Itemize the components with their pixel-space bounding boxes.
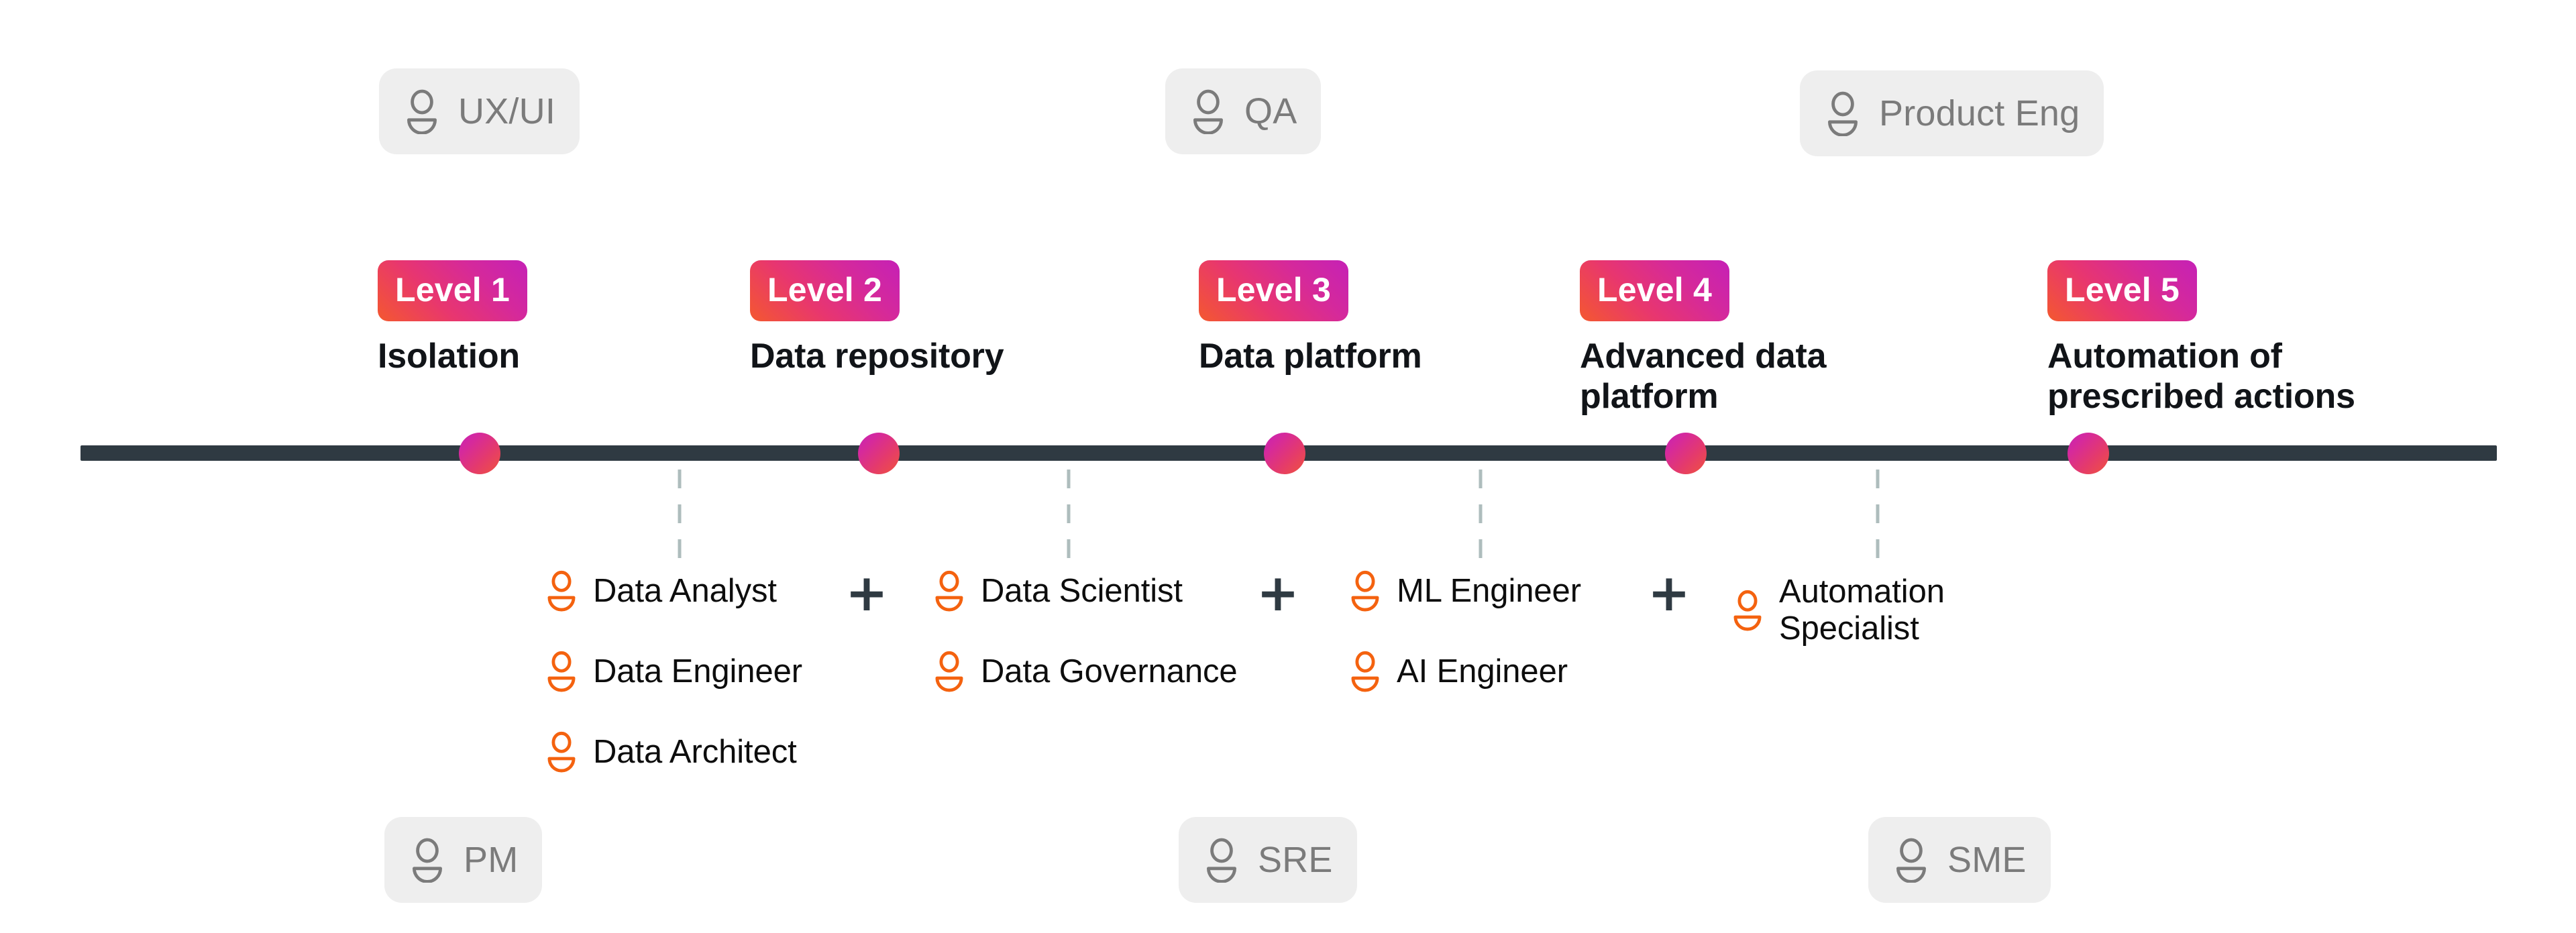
person-icon bbox=[413, 838, 442, 883]
level-badge: Level 2 bbox=[750, 260, 900, 321]
person-icon bbox=[1896, 838, 1926, 883]
role-item[interactable]: Automation Specialist bbox=[1731, 573, 1945, 647]
person-icon bbox=[407, 89, 437, 134]
maturity-level-4[interactable]: Level 4 Advanced data platform bbox=[1580, 260, 1826, 417]
person-icon bbox=[1351, 570, 1379, 612]
plus-icon: + bbox=[1256, 563, 1299, 622]
level-title: Data repository bbox=[750, 337, 1004, 376]
role-chip-qa[interactable]: QA bbox=[1165, 68, 1322, 154]
person-icon bbox=[547, 651, 576, 692]
person-icon bbox=[547, 570, 576, 612]
role-label: AI Engineer bbox=[1397, 653, 1568, 690]
role-label: ML Engineer bbox=[1397, 572, 1581, 609]
role-label: Data Architect bbox=[593, 733, 797, 770]
maturity-level-1[interactable]: Level 1 Isolation bbox=[378, 260, 527, 376]
person-icon bbox=[935, 651, 963, 692]
role-label: Data Engineer bbox=[593, 653, 802, 690]
timeline-marker-level-5[interactable] bbox=[2068, 433, 2109, 474]
role-item[interactable]: Data Analyst bbox=[545, 570, 777, 612]
role-label: Automation Specialist bbox=[1779, 573, 1945, 647]
person-icon bbox=[1207, 838, 1236, 883]
role-label: Data Scientist bbox=[981, 572, 1183, 609]
level-title: Automation of prescribed actions bbox=[2047, 337, 2355, 417]
role-chip-label: QA bbox=[1244, 91, 1297, 131]
timeline-marker-level-1[interactable] bbox=[459, 433, 500, 474]
level-badge: Level 4 bbox=[1580, 260, 1729, 321]
dashed-connector bbox=[1479, 470, 1483, 558]
role-chip-label: PM bbox=[464, 840, 519, 880]
maturity-level-5[interactable]: Level 5 Automation of prescribed actions bbox=[2047, 260, 2355, 417]
dashed-connector bbox=[1876, 470, 1880, 558]
role-item[interactable]: ML Engineer bbox=[1348, 570, 1581, 612]
dashed-connector bbox=[1067, 470, 1071, 558]
person-icon bbox=[547, 731, 576, 773]
role-label: Data Analyst bbox=[593, 572, 777, 609]
person-icon bbox=[1733, 590, 1762, 631]
role-chip-ux-ui[interactable]: UX/UI bbox=[379, 68, 580, 154]
role-item[interactable]: Data Architect bbox=[545, 731, 797, 773]
role-chip-label: SRE bbox=[1258, 840, 1333, 880]
role-chip-label: UX/UI bbox=[458, 91, 556, 131]
timeline-marker-level-4[interactable] bbox=[1665, 433, 1707, 474]
plus-icon: + bbox=[845, 563, 888, 622]
role-item[interactable]: AI Engineer bbox=[1348, 651, 1568, 692]
role-item[interactable]: Data Governance bbox=[932, 651, 1238, 692]
level-badge: Level 3 bbox=[1199, 260, 1348, 321]
role-chip-sme[interactable]: SME bbox=[1868, 817, 2051, 903]
dashed-connector bbox=[678, 470, 682, 558]
diagram-canvas: UX/UI QA Product Eng Level 1 Isolation L… bbox=[0, 0, 2576, 933]
level-title: Isolation bbox=[378, 337, 520, 376]
role-chip-label: Product Eng bbox=[1879, 93, 2080, 133]
level-badge: Level 5 bbox=[2047, 260, 2197, 321]
role-label: Data Governance bbox=[981, 653, 1238, 690]
person-icon bbox=[935, 570, 963, 612]
maturity-level-3[interactable]: Level 3 Data platform bbox=[1199, 260, 1422, 376]
level-title: Data platform bbox=[1199, 337, 1422, 376]
role-item[interactable]: Data Engineer bbox=[545, 651, 802, 692]
level-badge: Level 1 bbox=[378, 260, 527, 321]
maturity-level-2[interactable]: Level 2 Data repository bbox=[750, 260, 1004, 376]
role-chip-product-eng[interactable]: Product Eng bbox=[1800, 70, 2104, 156]
level-title: Advanced data platform bbox=[1580, 337, 1827, 417]
role-chip-label: SME bbox=[1947, 840, 2027, 880]
role-chip-pm[interactable]: PM bbox=[384, 817, 543, 903]
person-icon bbox=[1828, 91, 1858, 136]
person-icon bbox=[1193, 89, 1223, 134]
role-item[interactable]: Data Scientist bbox=[932, 570, 1183, 612]
plus-icon: + bbox=[1648, 563, 1690, 622]
timeline-marker-level-2[interactable] bbox=[858, 433, 900, 474]
role-chip-sre[interactable]: SRE bbox=[1179, 817, 1357, 903]
person-icon bbox=[1351, 651, 1379, 692]
timeline-marker-level-3[interactable] bbox=[1264, 433, 1305, 474]
